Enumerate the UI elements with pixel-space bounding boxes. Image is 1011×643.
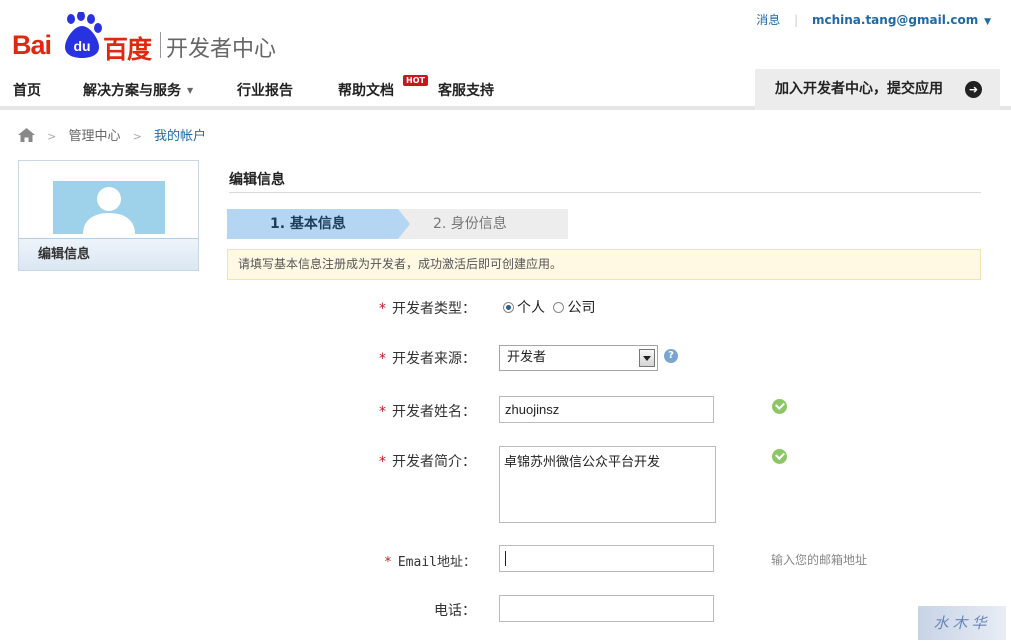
- email-hint: 输入您的邮箱地址: [771, 553, 868, 567]
- radio-personal[interactable]: [503, 302, 514, 313]
- type-label-row: * 开发者类型：: [276, 298, 476, 318]
- chevron-right-icon: >: [132, 130, 142, 143]
- radio-personal-label[interactable]: 个人: [517, 300, 545, 316]
- join-developer-button[interactable]: 加入开发者中心，提交应用 ➜: [755, 69, 1000, 110]
- breadcrumb-my-account[interactable]: 我的帐户: [154, 129, 206, 144]
- email-label-row: * Email地址：: [276, 551, 476, 570]
- check-valid-icon: [772, 399, 787, 414]
- watermark-stamp: 水木华: [918, 606, 1006, 640]
- required-mark: *: [379, 351, 386, 367]
- logo-bai-text: Bai: [12, 30, 52, 60]
- hot-badge: HOT: [403, 75, 428, 86]
- logo-divider: [160, 32, 161, 58]
- text-cursor: [505, 551, 506, 566]
- triangle-down-icon: ▼: [187, 86, 194, 95]
- intro-label: 开发者简介：: [392, 454, 476, 470]
- developer-source-select[interactable]: 开发者: [499, 345, 658, 371]
- top-links: 消息 | mchina.tang@gmail.com ▼: [756, 11, 991, 28]
- home-icon[interactable]: [18, 128, 35, 142]
- nav-item-solutions[interactable]: 解决方案与服务 ▼: [83, 80, 193, 100]
- step-basic-info: 1. 基本信息: [227, 209, 410, 239]
- info-notice: 请填写基本信息注册成为开发者，成功激活后即可创建应用。: [227, 249, 981, 280]
- profile-sidebar: 编辑信息: [18, 160, 199, 271]
- nav-item-solutions-label: 解决方案与服务: [83, 83, 181, 99]
- main-nav: 首页 解决方案与服务 ▼ 行业报告 帮助文档 HOT 客服支持 加入开发者中心，提…: [0, 69, 1011, 110]
- page-title: 编辑信息: [229, 172, 285, 188]
- arrow-right-icon: ➜: [965, 81, 982, 98]
- logo-subtitle: 开发者中心: [166, 37, 277, 62]
- required-mark: *: [384, 555, 392, 570]
- phone-label-row: 电话：: [276, 600, 476, 620]
- email-field[interactable]: [499, 545, 714, 572]
- required-mark: *: [379, 301, 386, 317]
- required-mark: *: [379, 454, 386, 470]
- messages-link[interactable]: 消息: [756, 13, 780, 27]
- source-label-row: * 开发者来源：: [276, 348, 476, 368]
- paw-logo-icon: du: [65, 12, 102, 58]
- name-label: 开发者姓名：: [392, 404, 476, 420]
- intro-label-row: * 开发者简介：: [276, 451, 476, 471]
- step-identity-info: 2. 身份信息: [433, 216, 507, 232]
- logo-baidu-cn-text: 百度: [103, 35, 152, 64]
- radio-company-label[interactable]: 公司: [567, 300, 595, 316]
- avatar: [53, 181, 165, 234]
- check-valid-icon: [772, 449, 787, 464]
- developer-type-radio-group: 个人 公司: [503, 297, 595, 317]
- email-label: Email地址：: [397, 555, 476, 570]
- name-label-row: * 开发者姓名：: [276, 401, 476, 421]
- dropdown-arrow-icon[interactable]: [639, 349, 655, 367]
- help-icon[interactable]: ?: [664, 349, 678, 363]
- required-mark: *: [379, 404, 386, 420]
- breadcrumb: > 管理中心 > 我的帐户: [18, 125, 206, 144]
- developer-source-value: 开发者: [507, 350, 547, 365]
- sidebar-item-edit-info[interactable]: 编辑信息: [19, 238, 198, 270]
- top-links-divider: |: [794, 13, 799, 27]
- breadcrumb-management[interactable]: 管理中心: [69, 129, 121, 144]
- nav-item-reports[interactable]: 行业报告: [237, 80, 293, 100]
- nav-item-docs[interactable]: 帮助文档: [338, 80, 394, 100]
- phone-label: 电话：: [434, 603, 476, 619]
- join-developer-label: 加入开发者中心，提交应用: [775, 81, 943, 97]
- step-indicator: 1. 基本信息 2. 身份信息: [227, 209, 568, 239]
- chevron-down-icon[interactable]: ▼: [984, 17, 991, 27]
- type-label: 开发者类型：: [392, 301, 476, 317]
- developer-intro-textarea[interactable]: 卓锦苏州微信公众平台开发: [499, 446, 716, 523]
- user-silhouette-icon: [83, 187, 135, 234]
- chevron-right-icon: >: [47, 130, 57, 143]
- title-divider: [229, 192, 981, 193]
- nav-item-home[interactable]: 首页: [13, 80, 41, 100]
- nav-item-support[interactable]: 客服支持: [438, 80, 494, 100]
- radio-company[interactable]: [553, 302, 565, 313]
- phone-field[interactable]: [499, 595, 714, 622]
- developer-name-input[interactable]: zhuojinsz: [499, 396, 714, 423]
- user-menu[interactable]: mchina.tang@gmail.com: [812, 13, 978, 27]
- logo-du-text: du: [73, 38, 90, 54]
- source-label: 开发者来源：: [392, 351, 476, 367]
